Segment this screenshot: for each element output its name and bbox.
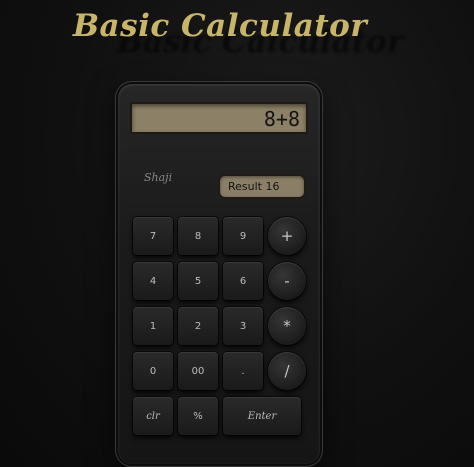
key-0[interactable]: 0 [133, 352, 173, 390]
result-panel: Result 16 [218, 174, 306, 199]
key-decimal[interactable]: . [223, 352, 263, 390]
calculator-body: 8+8 Shaji Result 16 7 8 9 + 4 5 6 - 1 2 … [118, 84, 320, 464]
key-4[interactable]: 4 [133, 262, 173, 300]
subtract-button[interactable]: - [268, 262, 306, 300]
divide-button[interactable]: / [268, 352, 306, 390]
key-1[interactable]: 1 [133, 307, 173, 345]
enter-button[interactable]: Enter [223, 397, 301, 435]
key-3[interactable]: 3 [223, 307, 263, 345]
key-7[interactable]: 7 [133, 217, 173, 255]
add-button[interactable]: + [268, 217, 306, 255]
page-title: Basic Calculator [72, 8, 368, 44]
clear-button[interactable]: clr [133, 397, 173, 435]
key-5[interactable]: 5 [178, 262, 218, 300]
key-00[interactable]: 00 [178, 352, 218, 390]
display-expression: 8+8 [263, 107, 300, 131]
key-9[interactable]: 9 [223, 217, 263, 255]
key-6[interactable]: 6 [223, 262, 263, 300]
key-8[interactable]: 8 [178, 217, 218, 255]
percent-button[interactable]: % [178, 397, 218, 435]
brand-label: Shaji [144, 171, 173, 184]
result-text: Result 16 [228, 180, 280, 193]
multiply-button[interactable]: * [268, 307, 306, 345]
display-screen: 8+8 [130, 102, 308, 134]
key-2[interactable]: 2 [178, 307, 218, 345]
